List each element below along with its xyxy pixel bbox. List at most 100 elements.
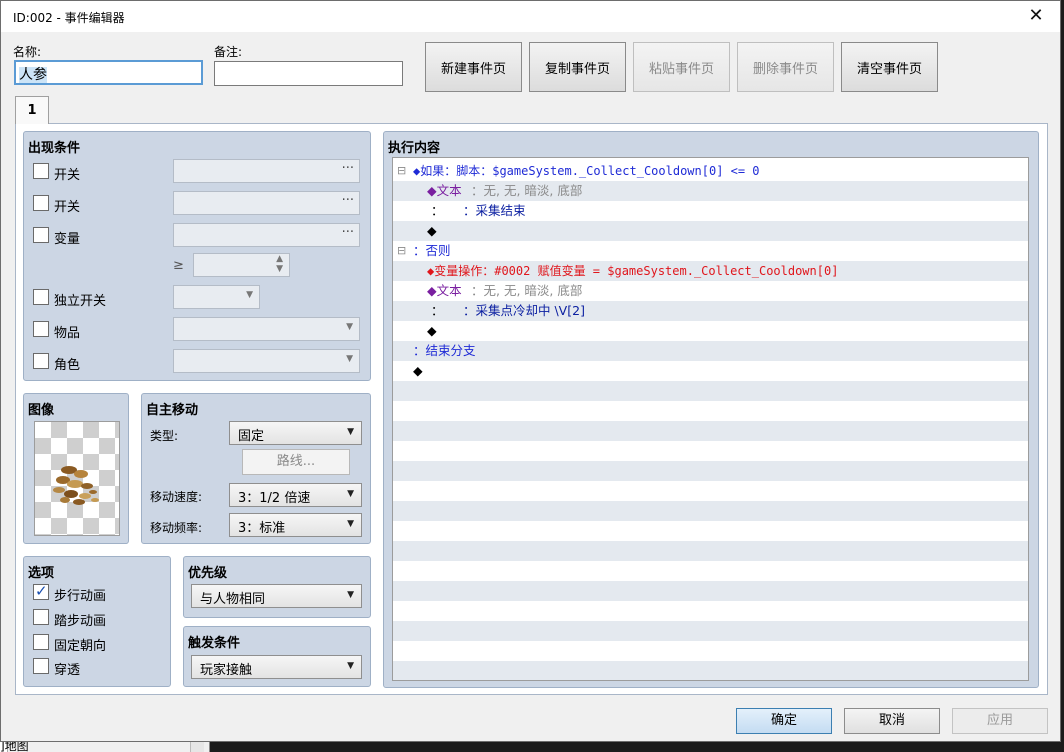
trigger-select[interactable]: 玩家接触 ▼ — [191, 655, 362, 679]
variable-checkbox[interactable] — [33, 227, 49, 243]
move-freq-label: 移动频率: — [150, 521, 203, 535]
trigger-title: 触发条件 — [188, 636, 241, 651]
collapse-icon[interactable]: ⊟ — [397, 241, 406, 261]
item-select: ▼ — [173, 317, 360, 341]
empty-row — [393, 381, 1028, 401]
chevron-down-icon: ▼ — [347, 590, 354, 600]
command-text: ◆文本 — [427, 183, 462, 198]
move-freq-value: 3：标准 — [238, 521, 286, 536]
switch1-checkbox[interactable] — [33, 163, 49, 179]
variable-field: ··· — [173, 223, 360, 247]
movement-panel: 自主移动 类型: 固定 ▼ 路线... 移动速度: 3：1/2 倍速 ▼ 移动频… — [141, 393, 371, 544]
command-row[interactable]: ◆ — [393, 321, 1028, 341]
priority-select[interactable]: 与人物相同 ▼ — [191, 584, 362, 608]
copy-page-button[interactable]: 复制事件页 — [529, 42, 626, 92]
self-switch-label: 独立开关 — [54, 294, 107, 309]
spin-down-icon: ▼ — [276, 264, 283, 274]
item-checkbox[interactable] — [33, 321, 49, 337]
priority-panel: 优先级 与人物相同 ▼ — [183, 556, 371, 618]
name-input-value: 人参 — [19, 67, 47, 83]
command-row[interactable]: ⊟ ：否则 — [393, 241, 1028, 261]
switch2-checkbox[interactable] — [33, 195, 49, 211]
empty-row — [393, 621, 1028, 641]
name-input[interactable]: 人参 — [14, 60, 203, 85]
ok-button[interactable]: 确定 — [736, 708, 832, 734]
actor-checkbox[interactable] — [33, 353, 49, 369]
command-row[interactable]: ◆变量操作：#0002 赋值变量 = $gameSystem._Collect_… — [393, 261, 1028, 281]
empty-row — [393, 501, 1028, 521]
trigger-panel: 触发条件 玩家接触 ▼ — [183, 626, 371, 687]
priority-title: 优先级 — [188, 566, 228, 581]
self-switch-select: ▼ — [173, 285, 260, 309]
route-button[interactable]: 路线... — [242, 449, 350, 475]
command-row[interactable]: ◆文本 ：无, 无, 暗淡, 底部 — [393, 281, 1028, 301]
actor-select: ▼ — [173, 349, 360, 373]
chevron-down-icon: ▼ — [346, 354, 353, 364]
command-row[interactable]: ◆ — [393, 221, 1028, 241]
switch2-dots: ··· — [341, 193, 354, 208]
move-type-value: 固定 — [238, 429, 265, 444]
command-row[interactable]: ： ：采集点冷却中 \V[2] — [393, 301, 1028, 321]
note-input[interactable] — [214, 61, 403, 86]
event-image[interactable] — [34, 421, 120, 536]
through-label: 穿透 — [54, 663, 81, 678]
empty-row — [393, 441, 1028, 461]
through-checkbox[interactable] — [33, 658, 49, 674]
move-speed-label: 移动速度: — [150, 490, 203, 504]
stepping-anim-checkbox[interactable] — [33, 609, 49, 625]
command-row[interactable]: ◆ — [393, 361, 1028, 381]
command-list[interactable]: ⊟ ◆如果：脚本：$gameSystem._Collect_Cooldown[0… — [392, 157, 1029, 681]
chevron-down-icon: ▼ — [246, 290, 253, 300]
command-prefix: ： — [431, 303, 444, 318]
empty-row — [393, 641, 1028, 661]
paste-page-button[interactable]: 粘贴事件页 — [633, 42, 730, 92]
switch2-label: 开关 — [54, 200, 81, 215]
move-type-select[interactable]: 固定 ▼ — [229, 421, 362, 445]
conditions-panel: 出现条件 开关 ··· 开关 ··· 变量 ··· ≥ ▲ ▼ 独立开关 ▼ 物… — [23, 131, 371, 381]
command-text: ◆ — [427, 323, 437, 338]
delete-page-button[interactable]: 删除事件页 — [737, 42, 834, 92]
collapse-icon[interactable]: ⊟ — [397, 161, 406, 181]
ginseng-sprite — [53, 466, 99, 505]
command-text: ◆变量操作：#0002 赋值变量 = $gameSystem._Collect_… — [427, 264, 839, 278]
command-text: ◆ — [427, 223, 437, 238]
name-label: 名称: — [13, 45, 42, 59]
close-icon[interactable]: ✕ — [1022, 4, 1050, 28]
switch1-label: 开关 — [54, 168, 81, 183]
new-page-button[interactable]: 新建事件页 — [425, 42, 522, 92]
apply-button[interactable]: 应用 — [952, 708, 1048, 734]
priority-value: 与人物相同 — [200, 592, 266, 607]
chevron-down-icon: ▼ — [347, 519, 354, 529]
chevron-down-icon: ▼ — [347, 661, 354, 671]
cancel-button[interactable]: 取消 — [844, 708, 940, 734]
switch1-dots: ··· — [341, 161, 354, 176]
walking-anim-checkbox[interactable]: ✓ — [33, 582, 49, 600]
command-row[interactable]: ⊟ ◆如果：脚本：$gameSystem._Collect_Cooldown[0… — [393, 161, 1028, 181]
command-params: ：无, 无, 暗淡, 底部 — [471, 183, 583, 198]
clear-page-button[interactable]: 清空事件页 — [841, 42, 938, 92]
command-text: ◆ — [413, 363, 423, 378]
trigger-value: 玩家接触 — [200, 663, 253, 678]
movement-title: 自主移动 — [146, 403, 199, 418]
actor-label: 角色 — [54, 358, 81, 373]
command-text: ◆如果：脚本：$gameSystem._Collect_Cooldown[0] … — [413, 164, 760, 178]
switch1-field: ··· — [173, 159, 360, 183]
variable-dots: ··· — [341, 225, 354, 240]
move-speed-value: 3：1/2 倍速 — [238, 491, 311, 506]
command-text: ：结束分支 — [413, 343, 476, 358]
command-row[interactable]: ：结束分支 — [393, 341, 1028, 361]
command-row[interactable]: ◆文本 ：无, 无, 暗淡, 底部 — [393, 181, 1028, 201]
move-freq-select[interactable]: 3：标准 ▼ — [229, 513, 362, 537]
walking-anim-label: 步行动画 — [54, 589, 107, 604]
tab-page-1[interactable]: 1 — [15, 96, 49, 124]
command-text: ◆文本 — [427, 283, 462, 298]
direction-fix-checkbox[interactable] — [33, 634, 49, 650]
title-bar: ID:002 - 事件编辑器 ✕ — [1, 1, 1060, 32]
chevron-down-icon: ▼ — [346, 322, 353, 332]
switch2-field: ··· — [173, 191, 360, 215]
command-row[interactable]: ： ：采集结束 — [393, 201, 1028, 221]
move-speed-select[interactable]: 3：1/2 倍速 ▼ — [229, 483, 362, 507]
variable-value-spinner: ▲ ▼ — [193, 253, 290, 277]
self-switch-checkbox[interactable] — [33, 289, 49, 305]
options-title: 选项 — [28, 566, 55, 581]
